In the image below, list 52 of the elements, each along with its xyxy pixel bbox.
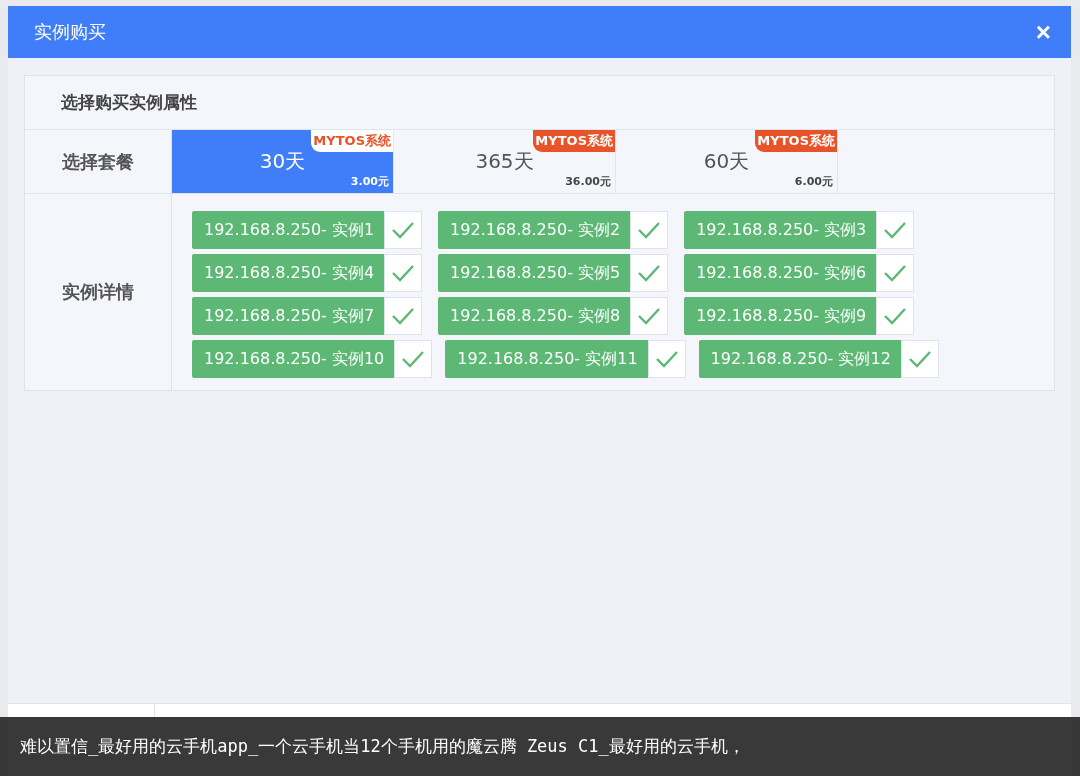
instance-checkbox[interactable]: [384, 254, 423, 292]
instance-checkbox[interactable]: [384, 211, 423, 249]
caption-text: 难以置信_最好用的云手机app_一个云手机当12个手机用的魔云腾 Zeus C1_最好用的云手机，: [20, 735, 745, 758]
instance-checkbox[interactable]: [876, 211, 915, 249]
instance-checkbox[interactable]: [394, 340, 433, 378]
package-price: 36.00元: [565, 174, 611, 189]
instance-tag[interactable]: 192.168.8.250- 实例3: [684, 211, 877, 249]
package-option[interactable]: 30天 MYTOS系统 3.00元: [172, 130, 394, 193]
instance-checkbox[interactable]: [900, 340, 939, 378]
section-title: 选择购买实例属性: [61, 91, 197, 114]
instance-checkbox[interactable]: [647, 340, 686, 378]
check-icon: [907, 350, 932, 368]
instance-tag[interactable]: 192.168.8.250- 实例8: [438, 297, 631, 335]
instance-checkbox[interactable]: [630, 297, 669, 335]
check-icon: [883, 307, 908, 325]
system-badge: MYTOS系统: [311, 130, 393, 152]
package-name: 30天: [259, 148, 306, 175]
check-icon: [654, 350, 679, 368]
check-icon: [401, 350, 426, 368]
check-icon: [637, 264, 662, 282]
close-button[interactable]: ×: [1031, 19, 1055, 45]
check-icon: [637, 221, 662, 239]
instance-tag[interactable]: 192.168.8.250- 实例9: [684, 297, 877, 335]
instance-tag[interactable]: 192.168.8.250- 实例7: [192, 297, 385, 335]
package-name: 60天: [703, 148, 750, 175]
row-label: 实例详情: [62, 280, 134, 304]
instance-checkbox[interactable]: [630, 254, 669, 292]
check-icon: [391, 307, 416, 325]
instance-tag[interactable]: 192.168.8.250- 实例1: [192, 211, 385, 249]
package-name: 365天: [475, 148, 534, 175]
instance-checkbox[interactable]: [630, 211, 669, 249]
instance-tag[interactable]: 192.168.8.250- 实例11: [445, 340, 648, 378]
check-icon: [883, 264, 908, 282]
row-label: 选择套餐: [62, 149, 134, 174]
instance-tag[interactable]: 192.168.8.250- 实例6: [684, 254, 877, 292]
instance-checkbox[interactable]: [876, 254, 915, 292]
instance-tag[interactable]: 192.168.8.250- 实例2: [438, 211, 631, 249]
dialog-title: 实例购买: [34, 20, 106, 44]
system-badge: MYTOS系统: [755, 130, 837, 152]
check-icon: [391, 264, 416, 282]
instance-checkbox[interactable]: [876, 297, 915, 335]
instance-checkbox[interactable]: [384, 297, 423, 335]
check-icon: [637, 307, 662, 325]
instance-tag[interactable]: 192.168.8.250- 实例4: [192, 254, 385, 292]
package-price: 6.00元: [794, 174, 833, 189]
instance-tag[interactable]: 192.168.8.250- 实例5: [438, 254, 631, 292]
check-icon: [391, 221, 416, 239]
instance-tag[interactable]: 192.168.8.250- 实例10: [192, 340, 395, 378]
package-price: 3.00元: [350, 174, 389, 189]
system-badge: MYTOS系统: [533, 130, 615, 152]
check-icon: [883, 221, 908, 239]
instance-tag[interactable]: 192.168.8.250- 实例12: [698, 340, 901, 378]
